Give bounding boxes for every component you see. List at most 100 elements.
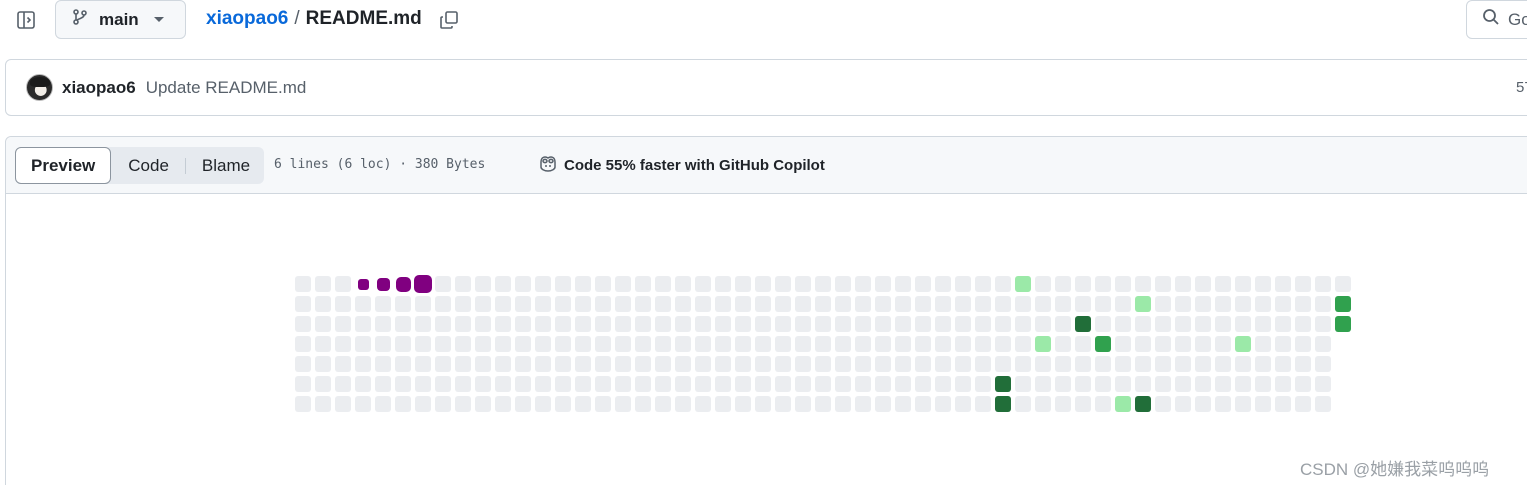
empty-cell (1115, 376, 1131, 392)
empty-cell (1215, 296, 1231, 312)
empty-cell (475, 296, 491, 312)
empty-cell (875, 336, 891, 352)
copilot-promo-link[interactable]: Code 55% faster with GitHub Copilot (538, 154, 825, 176)
branch-selector-button[interactable]: main (55, 0, 186, 39)
empty-cell (675, 376, 691, 392)
empty-cell (775, 276, 791, 292)
empty-cell (1055, 376, 1071, 392)
empty-cell (875, 276, 891, 292)
empty-cell (955, 276, 971, 292)
empty-cell (495, 276, 511, 292)
empty-cell (695, 316, 711, 332)
empty-cell (475, 336, 491, 352)
empty-cell (375, 316, 391, 332)
empty-cell (295, 336, 311, 352)
empty-cell (975, 356, 991, 372)
empty-cell (1235, 376, 1251, 392)
empty-cell (1315, 296, 1331, 312)
empty-cell (575, 356, 591, 372)
empty-cell (895, 316, 911, 332)
contribution-cell (1035, 336, 1051, 352)
empty-cell (815, 316, 831, 332)
empty-cell (675, 336, 691, 352)
contribution-cell (1235, 336, 1251, 352)
empty-cell (695, 296, 711, 312)
empty-cell (735, 356, 751, 372)
contribution-cell (1135, 396, 1151, 412)
breadcrumb-separator: / (294, 8, 300, 29)
commit-message-link[interactable]: Update README.md (146, 78, 307, 98)
empty-cell (1115, 336, 1131, 352)
empty-cell (915, 376, 931, 392)
empty-cell (1295, 336, 1311, 352)
empty-cell (555, 396, 571, 412)
empty-cell (1135, 276, 1151, 292)
empty-cell (435, 396, 451, 412)
empty-cell (335, 356, 351, 372)
empty-cell (1015, 376, 1031, 392)
empty-cell (655, 356, 671, 372)
contribution-cell (1015, 276, 1031, 292)
copy-path-icon[interactable] (437, 8, 461, 32)
empty-cell (435, 376, 451, 392)
empty-cell (1255, 356, 1271, 372)
tab-code[interactable]: Code (111, 147, 185, 184)
breadcrumb: xiaopao6 / README.md (206, 8, 422, 30)
empty-cell (995, 336, 1011, 352)
empty-cell (535, 316, 551, 332)
empty-cell (655, 296, 671, 312)
empty-cell (435, 296, 451, 312)
empty-cell (1055, 336, 1071, 352)
empty-cell (1215, 276, 1231, 292)
empty-cell (1155, 276, 1171, 292)
empty-cell (495, 296, 511, 312)
empty-cell (615, 296, 631, 312)
empty-cell (355, 336, 371, 352)
empty-cell (915, 276, 931, 292)
breadcrumb-repo-link[interactable]: xiaopao6 (206, 8, 288, 30)
empty-cell (315, 276, 331, 292)
empty-cell (595, 296, 611, 312)
empty-cell (355, 296, 371, 312)
empty-cell (835, 376, 851, 392)
empty-cell (615, 316, 631, 332)
empty-cell (1275, 356, 1291, 372)
empty-cell (1095, 396, 1111, 412)
empty-cell (455, 396, 471, 412)
empty-cell (1335, 276, 1351, 292)
empty-cell (795, 376, 811, 392)
empty-cell (1155, 316, 1171, 332)
search-icon (1482, 8, 1500, 31)
empty-cell (1215, 356, 1231, 372)
empty-cell (915, 316, 931, 332)
empty-cell (795, 336, 811, 352)
snake-segment (357, 278, 369, 290)
empty-cell (575, 396, 591, 412)
empty-cell (535, 356, 551, 372)
empty-cell (735, 336, 751, 352)
tab-preview[interactable]: Preview (15, 147, 112, 184)
empty-cell (1035, 276, 1051, 292)
empty-cell (575, 296, 591, 312)
go-to-file-search[interactable]: Go (1466, 0, 1527, 39)
empty-cell (455, 316, 471, 332)
empty-cell (475, 376, 491, 392)
empty-cell (375, 396, 391, 412)
empty-cell (1275, 296, 1291, 312)
empty-cell (795, 396, 811, 412)
empty-cell (1315, 356, 1331, 372)
empty-cell (1055, 316, 1071, 332)
empty-cell (1295, 376, 1311, 392)
tab-blame[interactable]: Blame (186, 147, 264, 184)
empty-cell (415, 296, 431, 312)
empty-cell (355, 396, 371, 412)
empty-cell (735, 316, 751, 332)
empty-cell (455, 376, 471, 392)
avatar[interactable] (26, 74, 53, 101)
empty-cell (1095, 376, 1111, 392)
empty-cell (915, 336, 931, 352)
empty-cell (1095, 316, 1111, 332)
commit-author-link[interactable]: xiaopao6 (62, 78, 136, 98)
sidebar-toggle-icon[interactable] (14, 8, 38, 32)
empty-cell (855, 376, 871, 392)
